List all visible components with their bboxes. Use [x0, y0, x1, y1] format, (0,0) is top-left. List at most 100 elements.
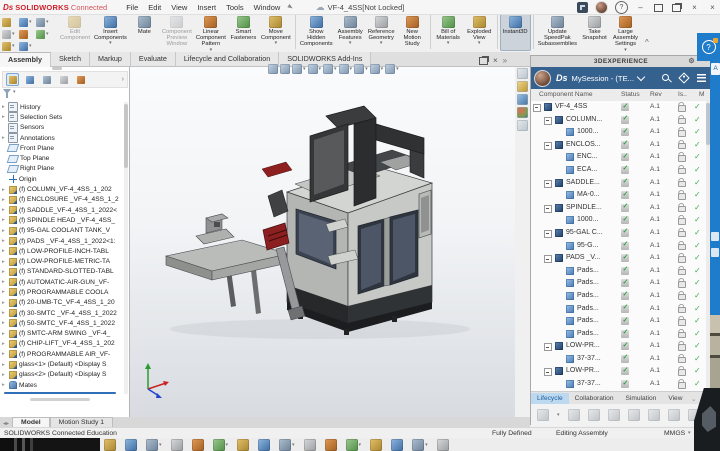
tree-item-f-programmable-air-vf[interactable]: ▸(f) PROGRAMMABLE AIR_VF- [2, 349, 122, 359]
tag-icon[interactable] [678, 72, 689, 83]
tree-item-origin[interactable]: Origin [2, 174, 122, 184]
zoom-area-button[interactable] [280, 64, 290, 74]
help-flyout[interactable]: ? [697, 33, 720, 61]
tree-item-annotations[interactable]: ▸Annotations [2, 133, 122, 143]
tab-assembly[interactable]: Assembly [0, 52, 51, 67]
print-button[interactable]: ▾ [36, 30, 53, 39]
display-style-button[interactable]: ▾ [339, 64, 353, 74]
menu-pin-icon[interactable] [287, 4, 294, 11]
close-document-icon[interactable]: × [493, 57, 498, 65]
component-row-pads[interactable]: Pads...A.1✓ [531, 328, 707, 341]
ribbon-smart-fasteners-button[interactable]: Smart Fasteners [228, 14, 259, 51]
collapse-expander-icon[interactable] [544, 230, 552, 238]
chevron-down-icon[interactable] [637, 73, 645, 81]
collapse-expander-icon[interactable] [544, 205, 552, 213]
panel-header[interactable]: 3DEXPERIENCE ⚙ [531, 56, 711, 67]
doc-tab-model[interactable]: Model [12, 417, 50, 427]
column-header-component-name[interactable]: Component Name [539, 91, 593, 98]
tree-item-f-chip-lift-vf-4-4ss-1-2[interactable]: ▸(f) CHIP-LIFT_VF-4_4SS_1_202 [2, 339, 122, 349]
paste-button[interactable]: ▾ [146, 439, 162, 451]
solidworks-resources-icon[interactable] [517, 120, 528, 131]
panel-tab-view[interactable]: View [662, 393, 688, 404]
panel-splitter-handle[interactable] [30, 398, 90, 401]
tree-item-f-low-profile-inch-tabl[interactable]: ▸(f) LOW-PROFILE-INCH-TABL [2, 246, 122, 256]
component-row-pads[interactable]: Pads...A.1✓ [531, 277, 707, 290]
avatar[interactable] [595, 1, 608, 14]
insert-component-button[interactable] [237, 439, 249, 451]
cut-button[interactable] [104, 439, 116, 451]
column-header-m[interactable]: M [699, 91, 705, 98]
previous-view-button[interactable]: ▾ [292, 64, 306, 74]
menu-tools[interactable]: Tools [221, 3, 249, 12]
component-row-eca[interactable]: ECA...A.1✓ [531, 164, 707, 177]
ribbon-new-motion-study-button[interactable]: New Motion Study [397, 14, 428, 51]
panel-tab-simulation[interactable]: Simulation [620, 393, 663, 404]
ribbon-reference-geometry-button[interactable]: Reference Geometry▾ [366, 14, 397, 51]
ribbon-insert-components-button[interactable]: Insert Components▾ [92, 14, 129, 51]
ribbon-move-component-button[interactable]: Move Component▾ [259, 14, 293, 51]
tree-item-glass-1-default-display-[interactable]: ▸glass<1> (Default) <Display S [2, 359, 122, 369]
component-row-enc[interactable]: ENC...A.1✓ [531, 151, 707, 164]
feature-tree-scrollbar[interactable] [124, 102, 128, 394]
tabs-overflow-icon[interactable]: › [122, 76, 124, 83]
lifecycle-new-icon[interactable] [537, 409, 549, 421]
route-a-icon[interactable] [668, 409, 680, 421]
tree-filter[interactable]: ▾ [3, 89, 16, 94]
tree-item-top-plane[interactable]: Top Plane [2, 153, 122, 163]
help-icon[interactable]: ? [615, 1, 628, 14]
ribbon-assembly-features-button[interactable]: Assembly Features▾ [335, 14, 366, 51]
minimize-icon[interactable]: – [635, 2, 646, 13]
assembly-features-button[interactable] [304, 439, 316, 451]
dimxpert-manager-tab[interactable] [75, 74, 86, 85]
component-row-pads-v[interactable]: PADS _V...A.1✓ [531, 252, 707, 265]
column-header-rev[interactable]: Rev [650, 91, 662, 98]
tree-item-f-programmable-coola[interactable]: ▸(f) PROGRAMMABLE COOLA [2, 287, 122, 297]
tree-item-f-column-vf-4-4ss-1-202[interactable]: ▸(f) COLUMN_VF-4_4SS_1_202 [2, 184, 122, 194]
task-list-icon[interactable] [628, 409, 640, 421]
column-header-is[interactable]: Is.. [678, 91, 687, 98]
3d-viewport[interactable] [130, 66, 515, 417]
panel-tab-collaboration[interactable]: Collaboration [569, 393, 620, 404]
menu-edit[interactable]: Edit [143, 3, 166, 12]
tree-item-f-95-gal-coolant-tank-v[interactable]: ▸(f) 95-GAL COOLANT TANK_V [2, 226, 122, 236]
component-row-37-37[interactable]: 37-37...A.1✓ [531, 378, 707, 391]
component-row-pads[interactable]: Pads...A.1✓ [531, 315, 707, 328]
tree-item-sensors[interactable]: Sensors [2, 123, 122, 133]
tab-sketch[interactable]: Sketch [51, 52, 90, 66]
ribbon-update-speedpak-subassemblies-button[interactable]: Update SpeedPak Subassemblies [536, 14, 579, 51]
hide-show-items-button[interactable]: ▾ [354, 64, 368, 74]
units-caret-icon[interactable]: ▾ [688, 430, 691, 436]
assembly-tree-tab[interactable] [7, 74, 18, 85]
menu-file[interactable]: File [121, 3, 143, 12]
ribbon-take-snapshot-button[interactable]: Take Snapshot [579, 14, 610, 51]
ribbon-linear-component-pattern-button[interactable]: Linear Component Pattern▾ [194, 14, 228, 51]
display-manager-tab[interactable] [24, 74, 35, 85]
component-row-spindle[interactable]: SPINDLE...A.1✓ [531, 202, 707, 215]
component-row-saddle[interactable]: SADDLE...A.1✓ [531, 177, 707, 190]
pin-icon[interactable]: ⌄ [691, 395, 697, 403]
strip-tool-icon[interactable] [711, 232, 719, 241]
ribbon-exploded-view-button[interactable]: Exploded View▾ [464, 14, 495, 51]
component-row-1000[interactable]: 1000...A.1✓ [531, 214, 707, 227]
database-icon[interactable] [568, 409, 580, 421]
collapse-expander-icon[interactable] [544, 117, 552, 125]
collapse-expander-icon[interactable] [544, 368, 552, 376]
settings-gear-icon[interactable]: ⚙ [688, 57, 695, 65]
doc-tab-motion-study-1[interactable]: Motion Study 1 [50, 417, 113, 427]
copy-button[interactable] [125, 439, 137, 451]
configuration-manager-tab[interactable] [58, 74, 69, 85]
ribbon-mate-button[interactable]: Mate [129, 14, 160, 51]
window-button[interactable]: ▾ [2, 42, 19, 51]
snapshot-button[interactable]: ▾ [213, 439, 229, 451]
tab-evaluate[interactable]: Evaluate [131, 52, 176, 66]
component-row-vf-4-4ss[interactable]: VF-4_4SSA.1✓ [531, 101, 707, 114]
explore-icon[interactable] [588, 409, 600, 421]
display-grid-button[interactable] [437, 439, 449, 451]
status-light-button[interactable] [19, 30, 36, 39]
ribbon-collapse-icon[interactable]: ^ [645, 38, 649, 47]
collapse-expander-icon[interactable] [544, 142, 552, 150]
column-header-status[interactable]: Status [621, 91, 640, 98]
tree-item-mates[interactable]: ▸Mates [2, 380, 122, 390]
session-selector[interactable]: MySession - (TE... [572, 74, 634, 83]
zoom-fit-button[interactable] [268, 64, 278, 74]
